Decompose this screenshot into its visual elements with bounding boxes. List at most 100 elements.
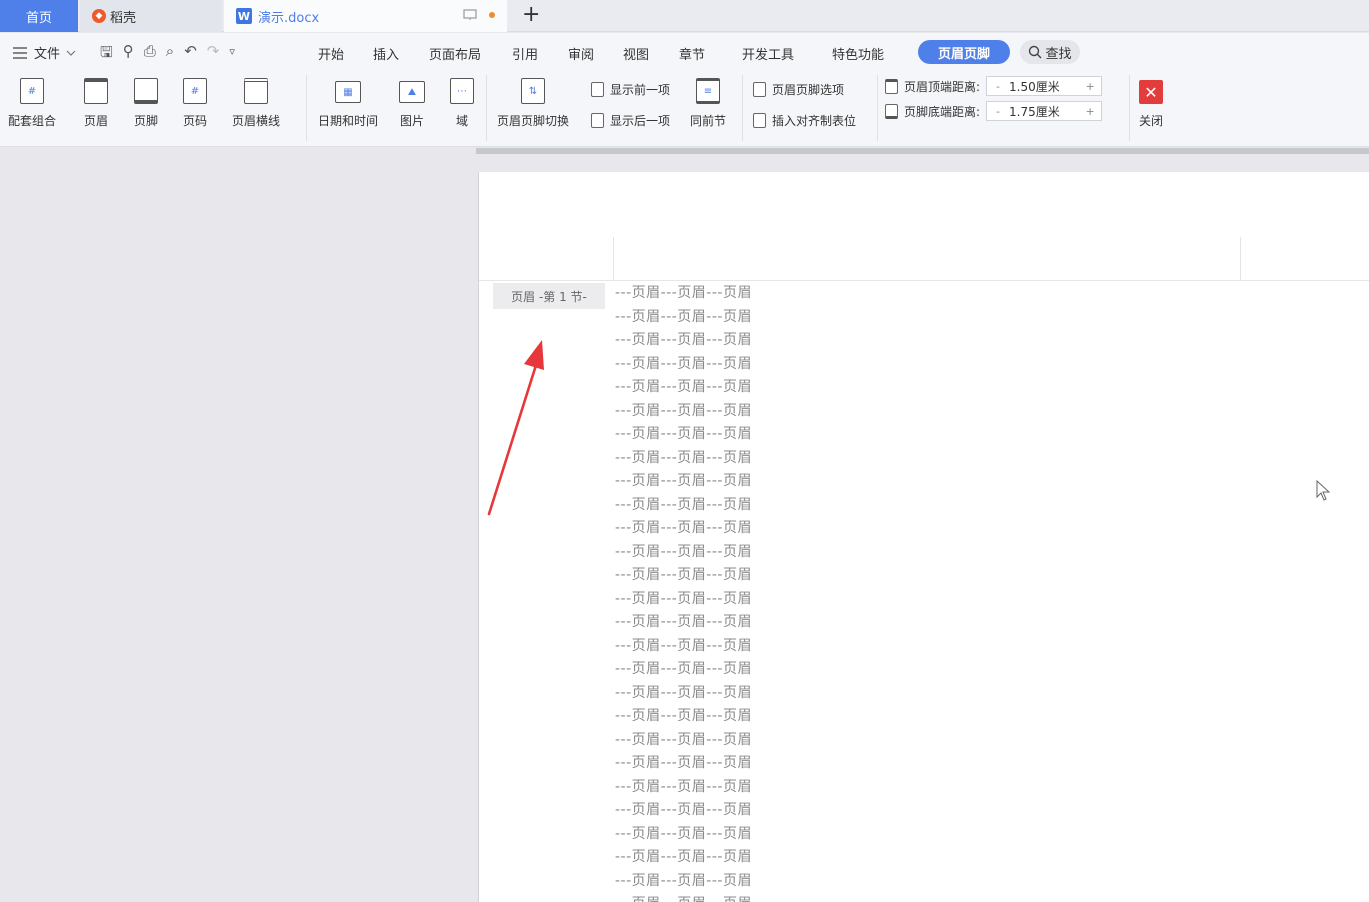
header-placeholder-line[interactable]: ---页眉---页眉---页眉	[615, 635, 752, 659]
insert-tab-stop-button[interactable]: 插入对齐制表位	[753, 112, 856, 129]
header-placeholder-line[interactable]: ---页眉---页眉---页眉	[615, 494, 752, 518]
header-top-distance-stepper[interactable]: - 1.50厘米 +	[986, 76, 1103, 96]
header-placeholder-line[interactable]: ---页眉---页眉---页眉	[615, 517, 752, 541]
ribbon-divider	[486, 75, 487, 141]
header-placeholder-line[interactable]: ---页眉---页眉---页眉	[615, 752, 752, 776]
header-placeholder-line[interactable]: ---页眉---页眉---页眉	[615, 423, 752, 447]
header-footer-options-label: 页眉页脚选项	[772, 83, 845, 97]
header-placeholder-line[interactable]: ---页眉---页眉---页眉	[615, 588, 752, 612]
print-icon[interactable]: ⎙	[144, 42, 156, 67]
footer-bottom-distance-label: 页脚底端距离:	[904, 104, 981, 119]
customize-icon[interactable]: ▿	[229, 45, 235, 67]
menu-references[interactable]: 引用	[512, 44, 538, 63]
file-menu[interactable]: 文件	[12, 43, 76, 62]
picture-button[interactable]: ⛰ 图片	[399, 78, 425, 129]
document-workspace[interactable]: 页眉 -第 1 节- ---页眉---页眉---页眉 ---页眉---页眉---页…	[0, 148, 1369, 902]
header-placeholder-line[interactable]: ---页眉---页眉---页眉	[615, 306, 752, 330]
close-icon: ✕	[1139, 80, 1163, 104]
header-placeholder-line[interactable]: ---页眉---页眉---页眉	[615, 799, 752, 823]
tab-daoke[interactable]: ◆ 稻壳	[80, 0, 222, 32]
header-placeholder-line[interactable]: ---页眉---页眉---页眉	[615, 353, 752, 377]
save-icon[interactable]: 🖫	[100, 42, 113, 67]
tab-header-footer[interactable]: 页眉页脚	[918, 40, 1010, 64]
header-placeholder-line[interactable]: ---页眉---页眉---页眉	[615, 400, 752, 424]
search-icon	[1029, 45, 1042, 59]
menu-section[interactable]: 章节	[679, 44, 705, 63]
header-placeholder-line[interactable]: ---页眉---页眉---页眉	[615, 705, 752, 729]
tab-document[interactable]: W 演示.docx	[224, 0, 507, 32]
header-placeholder-line[interactable]: ---页眉---页眉---页眉	[615, 682, 752, 706]
mouse-cursor-icon	[1316, 480, 1331, 501]
combo-button[interactable]: # 配套组合	[8, 78, 56, 129]
show-previous-button[interactable]: 显示前一项	[591, 81, 670, 98]
undo-icon[interactable]: ↶	[184, 42, 197, 67]
show-next-icon	[591, 113, 604, 128]
decrement-button[interactable]: -	[987, 105, 1009, 118]
footer-bottom-distance-stepper[interactable]: - 1.75厘米 +	[986, 101, 1103, 121]
header-placeholder-line[interactable]: ---页眉---页眉---页眉	[615, 564, 752, 588]
annotation-arrow-icon	[487, 340, 544, 516]
header-area[interactable]	[613, 237, 1241, 281]
header-placeholder-line[interactable]: ---页眉---页眉---页眉	[615, 329, 752, 353]
datetime-button[interactable]: ▦ 日期和时间	[318, 78, 378, 129]
header-content[interactable]: ---页眉---页眉---页眉 ---页眉---页眉---页眉 ---页眉---页眉…	[615, 282, 752, 902]
same-as-previous-button[interactable]: ≡ 同前节	[690, 78, 726, 129]
field-button[interactable]: ⋯ 域	[450, 78, 474, 129]
header-placeholder-line[interactable]: ---页眉---页眉---页眉	[615, 846, 752, 870]
format-painter-icon[interactable]: ⚲	[123, 42, 134, 67]
header-top-distance-label: 页眉顶端距离:	[904, 79, 981, 94]
footer-bottom-distance: 页脚底端距离: - 1.75厘米 +	[885, 101, 1103, 121]
footer-bottom-distance-value[interactable]: 1.75厘米	[1009, 103, 1079, 120]
header-placeholder-line[interactable]: ---页眉---页眉---页眉	[615, 823, 752, 847]
document-page[interactable]: 页眉 -第 1 节- ---页眉---页眉---页眉 ---页眉---页眉---页…	[478, 172, 1369, 902]
previous-page-edge	[476, 148, 1369, 154]
increment-button[interactable]: +	[1079, 105, 1101, 118]
menu-page-layout[interactable]: 页面布局	[429, 44, 481, 63]
switch-button[interactable]: ⇅ 页眉页脚切换	[497, 78, 569, 129]
field-label: 域	[455, 114, 468, 128]
show-next-button[interactable]: 显示后一项	[591, 112, 670, 129]
header-placeholder-line[interactable]: ---页眉---页眉---页眉	[615, 376, 752, 400]
menu-developer[interactable]: 开发工具	[742, 44, 794, 63]
menu-bar: 文件 🖫 ⚲ ⎙ ⌕ ↶ ↷ ▿ 开始 插入 页面布局 引用 审阅 视图 章节 …	[0, 33, 1369, 71]
close-header-footer-button[interactable]: ✕ 关闭	[1139, 80, 1163, 129]
tab-home-label: 首页	[25, 10, 52, 26]
header-placeholder-line[interactable]: ---页眉---页眉---页眉	[615, 541, 752, 565]
monitor-icon[interactable]	[463, 9, 477, 21]
menu-start[interactable]: 开始	[318, 44, 344, 63]
header-placeholder-line[interactable]: ---页眉---页眉---页眉	[615, 870, 752, 894]
header-footer-options-button[interactable]: 页眉页脚选项	[753, 81, 844, 98]
footer-button[interactable]: 页脚	[134, 78, 158, 129]
redo-icon[interactable]: ↷	[207, 42, 220, 67]
menu-features[interactable]: 特色功能	[832, 44, 884, 63]
show-previous-icon	[591, 82, 604, 97]
tab-home[interactable]: 首页	[0, 0, 78, 32]
header-placeholder-line[interactable]: ---页眉---页眉---页眉	[615, 447, 752, 471]
header-placeholder-line[interactable]: ---页眉---页眉---页眉	[615, 658, 752, 682]
header-line-icon	[244, 78, 268, 104]
page-number-button[interactable]: # 页码	[183, 78, 207, 129]
header-placeholder-line[interactable]: ---页眉---页眉---页眉	[615, 729, 752, 753]
page-number-icon: #	[183, 78, 207, 104]
menu-review[interactable]: 审阅	[568, 44, 594, 63]
header-placeholder-line[interactable]: ---页眉---页眉---页眉	[615, 282, 752, 306]
new-tab-button[interactable]: +	[522, 4, 540, 26]
header-top-distance-value[interactable]: 1.50厘米	[1009, 78, 1079, 95]
print-preview-icon[interactable]: ⌕	[166, 42, 174, 67]
header-line-label: 页眉横线	[232, 114, 281, 128]
increment-button[interactable]: +	[1079, 80, 1101, 93]
ribbon: # 配套组合 页眉 页脚 # 页码 页眉横线 ▦ 日期和时间 ⛰ 图片 ⋯ 域 …	[0, 71, 1369, 147]
ribbon-divider	[877, 75, 878, 141]
header-placeholder-line[interactable]: ---页眉---页眉---页眉	[615, 893, 752, 902]
same-as-previous-label: 同前节	[690, 114, 727, 128]
search-button[interactable]: 查找	[1020, 40, 1080, 64]
header-line-button[interactable]: 页眉横线	[232, 78, 280, 129]
header-button[interactable]: 页眉	[84, 78, 108, 129]
decrement-button[interactable]: -	[987, 80, 1009, 93]
insert-tab-stop-label: 插入对齐制表位	[772, 114, 857, 128]
header-placeholder-line[interactable]: ---页眉---页眉---页眉	[615, 611, 752, 635]
header-placeholder-line[interactable]: ---页眉---页眉---页眉	[615, 776, 752, 800]
menu-insert[interactable]: 插入	[373, 44, 399, 63]
menu-view[interactable]: 视图	[623, 44, 649, 63]
header-placeholder-line[interactable]: ---页眉---页眉---页眉	[615, 470, 752, 494]
